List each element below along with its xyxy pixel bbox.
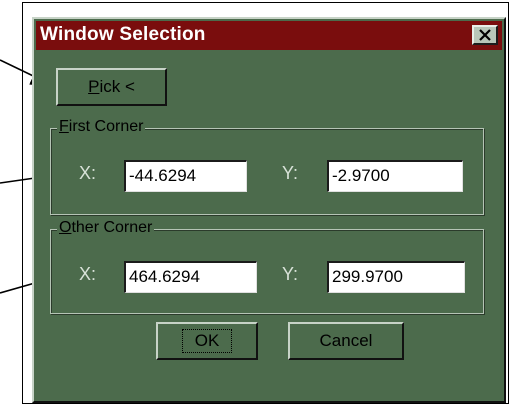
other-x-label: X:: [79, 264, 97, 284]
title-bar: Window Selection: [36, 21, 502, 50]
window-selection-dialog: Window Selection Pick < First Corner X: …: [32, 17, 506, 403]
other-y-label: Y:: [282, 264, 299, 284]
cancel-label: Cancel: [319, 331, 373, 350]
first-x-field[interactable]: -44.6294: [124, 160, 247, 192]
pick-mnemonic: P: [88, 77, 100, 96]
pick-button[interactable]: Pick <: [56, 68, 167, 106]
first-corner-group: First Corner X: -44.6294 Y: -2.9700: [50, 118, 484, 215]
other-x-field[interactable]: 464.6294: [124, 261, 257, 293]
pick-label: ick <: [99, 77, 135, 96]
dialog-title: Window Selection: [40, 24, 206, 45]
other-y-field[interactable]: 299.9700: [327, 261, 465, 293]
ok-button[interactable]: OK: [156, 322, 258, 360]
first-x-label: X:: [79, 163, 97, 183]
first-y-label: Y:: [282, 163, 299, 183]
other-corner-group: Other Corner X: 464.6294 Y: 299.9700: [50, 219, 484, 314]
ok-label: OK: [181, 329, 233, 353]
close-icon: [479, 29, 491, 41]
first-corner-legend: First Corner: [57, 118, 146, 136]
close-button[interactable]: [472, 25, 498, 45]
first-y-field[interactable]: -2.9700: [327, 160, 463, 192]
cancel-button[interactable]: Cancel: [288, 322, 404, 360]
other-corner-legend: Other Corner: [57, 219, 155, 237]
